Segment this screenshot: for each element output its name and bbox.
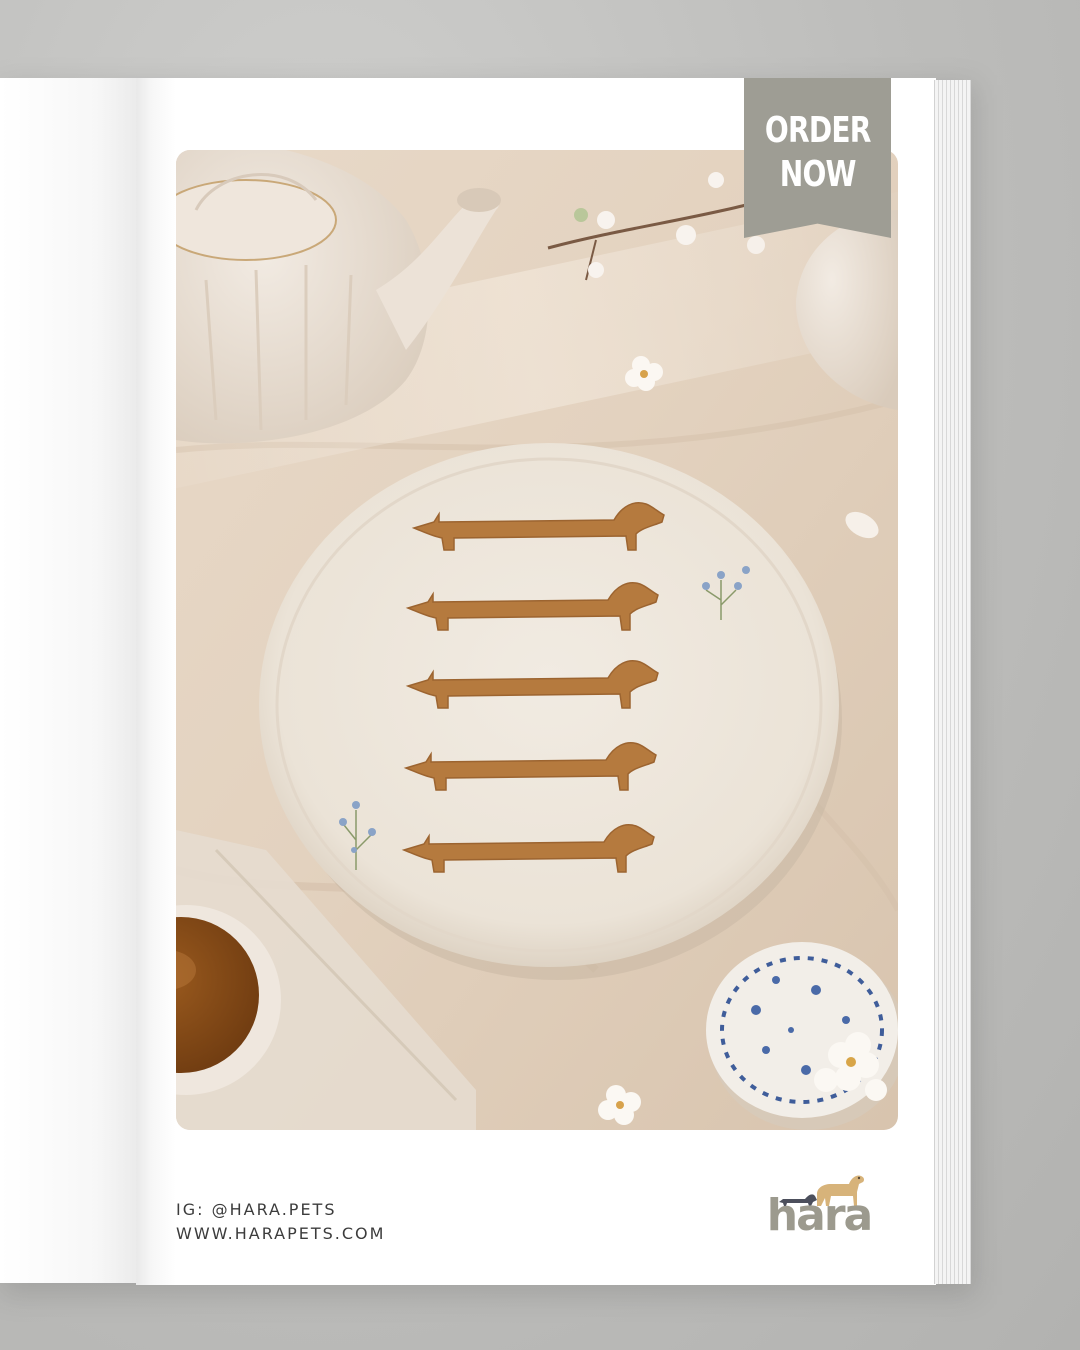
- hara-logo: hara: [765, 1172, 873, 1246]
- instagram-handle[interactable]: IG: @HARA.PETS: [176, 1198, 385, 1222]
- magazine-page-edges: [934, 80, 971, 1284]
- brand-wordmark: hara: [766, 1190, 873, 1241]
- product-photo: [176, 150, 898, 1130]
- order-now-ribbon[interactable]: ORDER NOW: [744, 78, 891, 238]
- contact-info: IG: @HARA.PETS WWW.HARAPETS.COM: [176, 1198, 385, 1246]
- website-link[interactable]: WWW.HARAPETS.COM: [176, 1222, 385, 1246]
- order-now-line2: NOW: [779, 154, 856, 195]
- magazine-left-page: [0, 78, 138, 1283]
- order-now-line1: ORDER: [764, 110, 871, 151]
